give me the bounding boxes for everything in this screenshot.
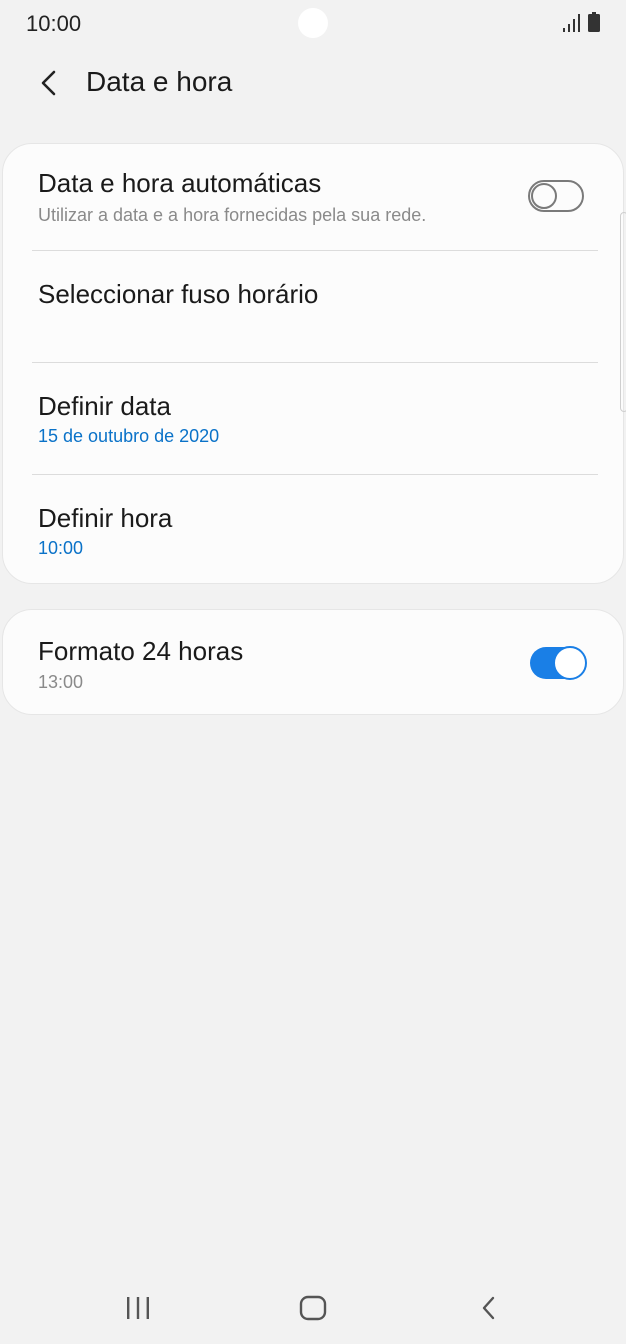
battery-icon (588, 12, 600, 32)
setting-date-value: 15 de outubro de 2020 (38, 426, 220, 446)
setting-date-title: Definir data (38, 391, 171, 421)
setting-auto-datetime-title: Data e hora automáticas (38, 168, 322, 198)
setting-24h-format-subtitle: 13:00 (38, 672, 84, 692)
nav-back-icon (482, 1296, 495, 1320)
setting-time-title: Definir hora (38, 503, 173, 533)
setting-auto-datetime-subtitle: Utilizar a data e a hora fornecidas pela… (38, 205, 427, 225)
nav-back-button[interactable] (464, 1288, 514, 1328)
setting-date[interactable]: Definir data 15 de outubro de 2020 (3, 363, 623, 474)
setting-time-value: 10:00 (38, 538, 84, 558)
setting-timezone-title: Seleccionar fuso horário (38, 279, 319, 309)
camera-cutout (298, 8, 328, 38)
back-button[interactable] (26, 60, 72, 106)
app-bar: Data e hora (0, 50, 626, 116)
toggle-knob (553, 646, 587, 680)
settings-card-format: Formato 24 horas 13:00 (2, 609, 624, 715)
24h-format-toggle[interactable] (530, 646, 587, 680)
scrollbar[interactable] (620, 212, 626, 412)
setting-24h-format-title: Formato 24 horas (38, 636, 244, 666)
status-time: 10:00 (26, 11, 82, 36)
setting-auto-datetime[interactable]: Data e hora automáticas Utilizar a data … (3, 144, 623, 250)
page-title: Data e hora (86, 66, 233, 97)
chevron-left-icon (41, 70, 56, 96)
setting-timezone[interactable]: Seleccionar fuso horário (3, 251, 623, 362)
home-button[interactable] (288, 1288, 338, 1328)
settings-card-datetime: Data e hora automáticas Utilizar a data … (2, 143, 624, 584)
setting-time[interactable]: Definir hora 10:00 (3, 475, 623, 583)
auto-datetime-toggle[interactable] (528, 180, 584, 212)
home-icon (299, 1295, 327, 1321)
status-bar: 10:00 (0, 0, 626, 48)
screen: 10:00 Data e hora Data e hora automática… (0, 0, 626, 1344)
setting-24h-format[interactable]: Formato 24 horas 13:00 (3, 610, 623, 714)
recents-button[interactable] (113, 1288, 163, 1328)
nav-bar (0, 1270, 626, 1344)
recents-icon (127, 1297, 149, 1319)
toggle-knob (531, 183, 557, 209)
signal-icon (563, 14, 580, 32)
